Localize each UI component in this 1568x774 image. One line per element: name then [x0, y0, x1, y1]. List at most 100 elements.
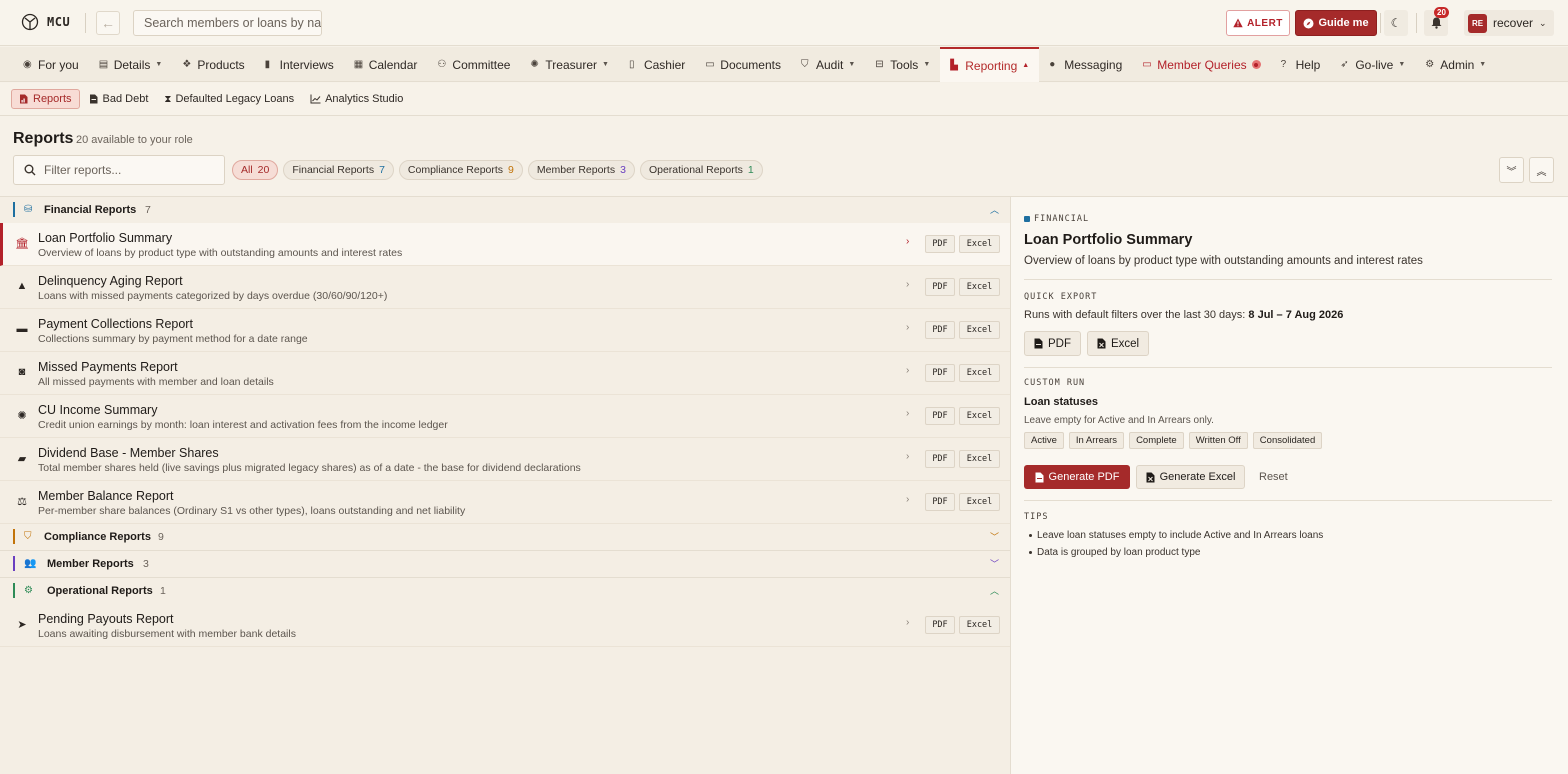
row-excel-button[interactable]: Excel — [959, 407, 1000, 425]
filter-reports-input[interactable]: Filter reports... — [13, 155, 225, 185]
generate-pdf-label: Generate PDF — [1048, 471, 1120, 483]
theme-toggle[interactable]: ☾ — [1384, 10, 1408, 36]
row-pdf-button[interactable]: PDF — [925, 616, 955, 634]
chevron-right-icon[interactable]: › — [906, 279, 909, 290]
quick-export-heading: QUICK EXPORT — [1024, 292, 1098, 302]
chevron-right-icon[interactable]: › — [906, 408, 909, 419]
user-menu[interactable]: RE recover ⌄ — [1464, 10, 1554, 36]
nav-calendar[interactable]: ▦ Calendar — [344, 47, 428, 82]
generate-excel-button[interactable]: Generate Excel — [1136, 465, 1245, 489]
chip-financial-reports[interactable]: Financial Reports 7 — [283, 160, 394, 180]
subnav-defaulted-legacy-loans[interactable]: ⧗ Defaulted Legacy Loans — [157, 89, 301, 109]
nav-label: Committee — [452, 57, 511, 72]
row-pdf-button[interactable]: PDF — [925, 493, 955, 511]
nav-audit[interactable]: ⛉ Audit ▼ — [791, 47, 865, 82]
reset-button[interactable]: Reset — [1259, 471, 1288, 483]
chevron-right-icon[interactable]: › — [906, 617, 909, 628]
chevron-down-icon: ⌄ — [1539, 17, 1547, 28]
subnav-reports[interactable]: Reports — [11, 89, 80, 109]
row-pdf-button[interactable]: PDF — [925, 407, 955, 425]
subnav-analytics-studio[interactable]: Analytics Studio — [303, 89, 410, 109]
row-pdf-button[interactable]: PDF — [925, 235, 955, 253]
nav-cashier[interactable]: ▯ Cashier — [619, 47, 695, 82]
nav-tools[interactable]: ⊟ Tools ▼ — [865, 47, 940, 82]
collapse-all-button[interactable]: ︽ — [1529, 157, 1554, 183]
status-complete[interactable]: Complete — [1129, 432, 1184, 449]
alert-button[interactable]: ALERT — [1226, 10, 1290, 36]
quick-export-excel-button[interactable]: Excel — [1087, 331, 1149, 356]
chip-operational-reports[interactable]: Operational Reports 1 — [639, 160, 763, 180]
report-row[interactable]: ◙ Missed Payments Report All missed paymen… — [0, 352, 1010, 395]
chip-member-reports[interactable]: Member Reports 3 — [527, 160, 635, 180]
row-excel-button[interactable]: Excel — [959, 616, 1000, 634]
subnav-label: Reports — [33, 93, 72, 105]
nav-documents[interactable]: ▭ Documents — [695, 47, 791, 82]
nav-products[interactable]: ❖ Products — [172, 47, 254, 82]
chip-count: 3 — [620, 164, 626, 176]
report-row[interactable]: ✺ CU Income Summary Credit union earnings … — [0, 395, 1010, 438]
nav-treasurer[interactable]: ✺ Treasurer ▼ — [520, 47, 619, 82]
chevron-right-icon[interactable]: › — [906, 322, 909, 333]
guide-label: Guide me — [1318, 17, 1369, 29]
section-accent — [13, 529, 15, 544]
row-pdf-button[interactable]: PDF — [925, 321, 955, 339]
nav-member-queries[interactable]: ▭ Member Queries — [1132, 47, 1270, 82]
quick-export-pdf-button[interactable]: PDF — [1024, 331, 1081, 356]
row-excel-button[interactable]: Excel — [959, 364, 1000, 382]
chip-label: Member Reports — [536, 164, 616, 176]
chip-all[interactable]: All 20 — [232, 160, 279, 180]
chip-compliance-reports[interactable]: Compliance Reports 9 — [398, 160, 523, 180]
nav-committee[interactable]: ⚇ Committee — [427, 47, 520, 82]
report-description: Overview of loans by product type with o… — [1024, 255, 1423, 267]
subnav-bad-debt[interactable]: Bad Debt — [82, 89, 156, 109]
report-row[interactable]: ⚖ Member Balance Report Per-member share b… — [0, 481, 1010, 524]
status-in-arrears[interactable]: In Arrears — [1068, 432, 1125, 449]
nav-reporting[interactable]: ▙ Reporting ▲ — [940, 47, 1040, 82]
chevron-right-icon[interactable]: › — [906, 494, 909, 505]
chevron-right-icon[interactable]: › — [906, 451, 909, 462]
report-row[interactable]: ▲ Delinquency Aging Report Loans with miss… — [0, 266, 1010, 309]
nav-label: Documents — [720, 57, 781, 72]
generate-pdf-button[interactable]: Generate PDF — [1024, 465, 1130, 489]
back-button[interactable]: ← — [96, 11, 120, 35]
row-pdf-button[interactable]: PDF — [925, 278, 955, 296]
row-excel-button[interactable]: Excel — [959, 450, 1000, 468]
nav-go-live[interactable]: ➶ Go-live ▼ — [1330, 47, 1415, 82]
section-header-member[interactable]: 👥 Member Reports 3 ﹀ — [0, 551, 1010, 577]
chevron-right-icon[interactable]: › — [906, 236, 909, 247]
status-active[interactable]: Active — [1024, 432, 1064, 449]
subnav-label: Analytics Studio — [325, 93, 404, 105]
chevron-right-icon[interactable]: › — [906, 365, 909, 376]
nav-help[interactable]: ? Help — [1271, 47, 1331, 82]
chip-label: Compliance Reports — [407, 164, 504, 176]
app-logo[interactable]: MCU — [21, 13, 70, 31]
nav-label: Interviews — [279, 57, 334, 72]
row-excel-button[interactable]: Excel — [959, 493, 1000, 511]
row-excel-button[interactable]: Excel — [959, 235, 1000, 253]
section-header-compliance[interactable]: ⛉ Compliance Reports 9 ﹀ — [0, 524, 1010, 550]
nav-admin[interactable]: ⚙ Admin ▼ — [1415, 47, 1496, 82]
nav-for-you[interactable]: ◉ For you — [13, 47, 89, 82]
section-header-operational[interactable]: ⚙ Operational Reports 1 ︿ — [0, 578, 1010, 604]
nav-details[interactable]: ▤ Details ▼ — [89, 47, 173, 82]
status-consolidated[interactable]: Consolidated — [1252, 432, 1323, 449]
nav-messaging[interactable]: ● Messaging — [1039, 47, 1132, 82]
nav-interviews[interactable]: ▮ Interviews — [255, 47, 344, 82]
report-row[interactable]: ➤ Pending Payouts Report Loans awaiting di… — [0, 604, 1010, 647]
section-header-financial[interactable]: ⛁ Financial Reports 7 ︿ — [0, 197, 1010, 223]
tips-heading: TIPS — [1024, 512, 1049, 522]
expand-all-button[interactable]: ︾ — [1499, 157, 1524, 183]
row-excel-button[interactable]: Excel — [959, 278, 1000, 296]
search-input[interactable]: Search members or loans by name — [133, 10, 322, 36]
report-row[interactable]: ▬ Payment Collections Report Collections s… — [0, 309, 1010, 352]
report-row[interactable]: ▰ Dividend Base - Member Shares Total memb… — [0, 438, 1010, 481]
nav-label: Help — [1295, 57, 1321, 72]
status-written-off[interactable]: Written Off — [1188, 432, 1248, 449]
caret-down-icon: ▼ — [155, 61, 163, 68]
row-excel-button[interactable]: Excel — [959, 321, 1000, 339]
guide-me-button[interactable]: Guide me — [1295, 10, 1377, 36]
row-pdf-button[interactable]: PDF — [925, 450, 955, 468]
report-row[interactable]: 🏛 Loan Portfolio Summary Overview of loans… — [0, 223, 1010, 266]
loan-statuses-label: Loan statuses — [1024, 396, 1098, 408]
row-pdf-button[interactable]: PDF — [925, 364, 955, 382]
